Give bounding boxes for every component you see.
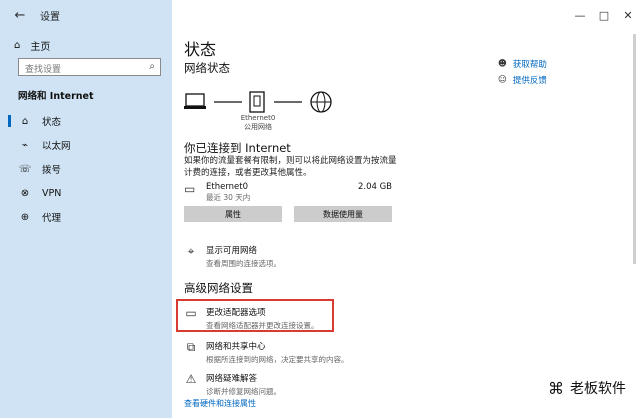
wechat-icon: ⌘ (548, 378, 564, 398)
sidebar-home[interactable]: ⌂ 主页 (14, 36, 50, 54)
antenna-icon: ⌖ (187, 243, 195, 258)
network-adapter-icon (249, 91, 265, 113)
get-help-text: 获取帮助 (512, 60, 547, 70)
network-diagram: Ethernet0 公用网络 (184, 90, 354, 138)
ethernet-data-amount: 2.04 GB (357, 182, 392, 192)
sidebar-item-label: 代理 (42, 213, 62, 224)
sharing-center-title: 网络和共享中心 (206, 342, 266, 352)
network-status-title: 网络状态 (184, 61, 230, 75)
dialup-icon: ☏ (18, 163, 32, 175)
sidebar-item-status[interactable]: ⌂ 状态 (0, 110, 172, 132)
sidebar-item-label: 拨号 (42, 165, 62, 176)
search-icon: ⌕ (149, 61, 155, 72)
back-button[interactable]: ← (12, 7, 28, 23)
sidebar-item-ethernet[interactable]: ⌁ 以太网 (0, 134, 172, 156)
monitor-icon: ▭ (184, 182, 196, 196)
troubleshooter-desc: 诊断并修复网络问题。 (206, 387, 281, 396)
vpn-icon: ⊗ (20, 187, 30, 199)
watermark-text: 老板软件 (570, 381, 626, 397)
help-icon: ☻ (498, 59, 507, 69)
ethernet-period: 最近 30 天内 (206, 193, 251, 202)
sidebar-item-proxy[interactable]: ⊕ 代理 (0, 206, 172, 228)
troubleshooter-title: 网络疑难解答 (206, 374, 258, 384)
app-title: 设置 (40, 12, 60, 23)
sharing-center-row[interactable]: ⧉ 网络和共享中心 根据所连接到的网络，决定要共享的内容。 (184, 340, 349, 365)
show-networks-title: 显示可用网络 (206, 246, 258, 256)
page-title: 状态 (184, 40, 217, 59)
ethernet-icon: ⌁ (21, 139, 29, 151)
sidebar-item-label: 状态 (42, 117, 62, 128)
feedback-icon: ☺ (498, 75, 507, 85)
sidebar-item-vpn[interactable]: ⊗ VPN (0, 182, 172, 204)
show-networks-desc: 查看周围的连接选项。 (206, 259, 281, 268)
get-help-link[interactable]: ☻ 获取帮助 (498, 58, 547, 70)
sidebar-item-label: 以太网 (42, 141, 71, 152)
hardware-properties-link[interactable]: 查看硬件和连接属性 (184, 398, 256, 409)
feedback-link[interactable]: ☺ 提供反馈 (498, 74, 547, 86)
sidebar-item-dialup[interactable]: ☏ 拨号 (0, 158, 172, 180)
back-arrow-icon: ← (14, 7, 26, 23)
warning-icon: ⚠ (185, 372, 197, 386)
connected-title: 你已连接到 Internet (184, 141, 291, 155)
adapter-network-type: 公用网络 (244, 123, 272, 131)
search-placeholder: 查找设置 (25, 65, 62, 75)
ethernet-name: Ethernet0 (206, 182, 249, 192)
ethernet-row[interactable]: ▭ Ethernet0 最近 30 天内 2.04 GB (184, 182, 392, 202)
sidebar-section-title: 网络和 Internet (18, 91, 94, 102)
highlight-box (176, 299, 334, 332)
sidebar-item-label: VPN (42, 187, 62, 199)
data-usage-button[interactable]: 数据使用量 (294, 206, 392, 222)
show-networks-row[interactable]: ⌖ 显示可用网络 查看周围的连接选项。 (184, 244, 281, 269)
properties-button[interactable]: 属性 (184, 206, 282, 222)
network-sharing-icon: ⧉ (186, 339, 196, 354)
feedback-text: 提供反馈 (512, 76, 547, 86)
globe-icon: ⊕ (20, 211, 30, 223)
scrollbar[interactable] (633, 34, 636, 264)
home-label: 主页 (30, 41, 51, 53)
home-icon: ⌂ (21, 115, 29, 127)
content: 状态 网络状态 ☻ 获取帮助 ☺ 提供反馈 Ethernet0 公用网络 你已连… (172, 0, 640, 418)
watermark: ⌘ 老板软件 (548, 378, 626, 398)
computer-icon (184, 93, 206, 109)
search-input[interactable]: 查找设置 ⌕ (18, 58, 161, 76)
sharing-center-desc: 根据所连接到的网络，决定要共享的内容。 (206, 355, 349, 364)
advanced-title: 高级网络设置 (184, 281, 253, 295)
adapter-name: Ethernet0 (240, 114, 276, 122)
globe-icon (310, 91, 332, 113)
troubleshooter-row[interactable]: ⚠ 网络疑难解答 诊断并修复网络问题。 (184, 372, 281, 397)
home-icon: ⌂ (14, 39, 21, 51)
connected-description: 如果你的流量套餐有限制，则可以将此网络设置为按流量计费的连接，或者更改其他属性。 (184, 156, 397, 178)
